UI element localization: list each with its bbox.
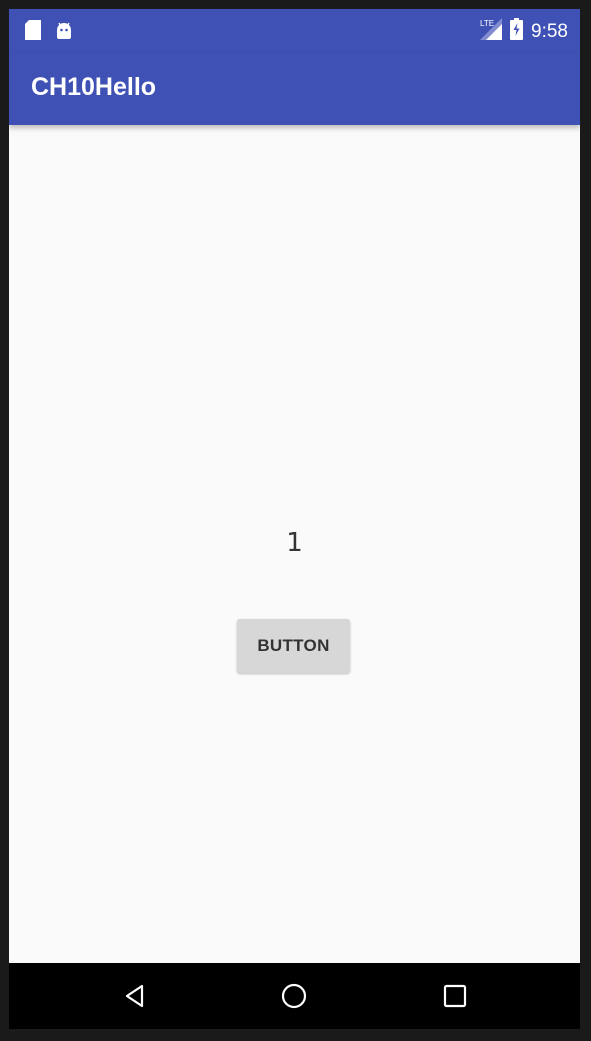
status-bar: LTE 9:58	[9, 9, 580, 53]
svg-text:LTE: LTE	[480, 19, 494, 28]
counter-text: 1	[286, 528, 303, 558]
back-icon[interactable]	[119, 980, 151, 1012]
main-button[interactable]: BUTTON	[237, 619, 350, 673]
status-time: 9:58	[531, 20, 568, 42]
device-frame: LTE 9:58 CH10Hello 1 BUTTON	[0, 0, 591, 1041]
android-icon	[55, 21, 73, 44]
sd-card-icon	[25, 20, 41, 45]
signal-icon: LTE	[480, 18, 503, 45]
recents-icon[interactable]	[439, 980, 471, 1012]
battery-charging-icon	[510, 18, 524, 45]
home-icon[interactable]	[278, 980, 310, 1012]
app-title: CH10Hello	[31, 73, 157, 101]
screen: LTE 9:58 CH10Hello 1 BUTTON	[9, 9, 580, 1029]
navigation-bar	[9, 963, 580, 1029]
app-bar: CH10Hello	[9, 53, 580, 125]
